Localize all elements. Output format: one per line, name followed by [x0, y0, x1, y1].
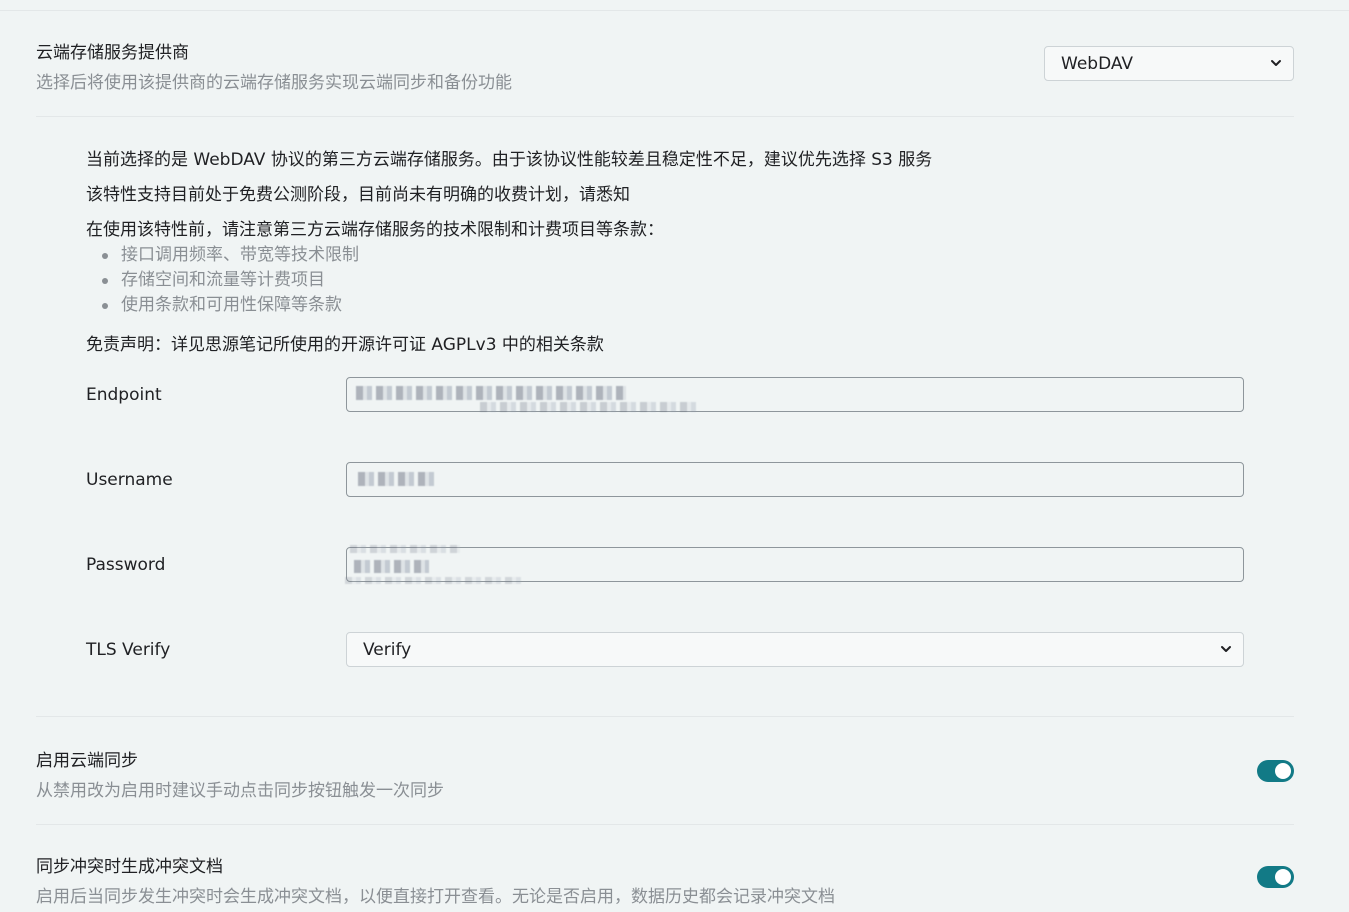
toggle-knob [1275, 869, 1291, 885]
cloud-sync-description: 从禁用改为启用时建议手动点击同步按钮触发一次同步 [36, 781, 444, 801]
conflict-doc-description: 启用后当同步发生冲突时会生成冲突文档，以便直接打开查看。无论是否启用，数据历史都… [36, 887, 835, 907]
password-label: Password [86, 555, 166, 575]
cloud-sync-toggle[interactable] [1257, 760, 1294, 782]
top-divider [0, 10, 1349, 11]
toggle-knob [1275, 763, 1291, 779]
tls-verify-label: TLS Verify [86, 640, 171, 660]
bullet-icon [102, 303, 108, 309]
provider-title: 云端存储服务提供商 [36, 43, 189, 63]
notice-terms: 在使用该特性前，请注意第三方云端存储服务的技术限制和计费项目等条款： [86, 220, 664, 240]
notice-webdav: 当前选择的是 WebDAV 协议的第三方云端存储服务。由于该协议性能较差且稳定性… [86, 150, 933, 170]
chevron-down-icon [1221, 645, 1231, 652]
list-item: 存储空间和流量等计费项目 [86, 268, 359, 293]
provider-select[interactable]: WebDAV [1044, 46, 1294, 81]
username-label: Username [86, 470, 173, 490]
divider [36, 824, 1294, 825]
bullet-icon [102, 253, 108, 259]
chevron-down-icon [1271, 59, 1281, 66]
tls-verify-select[interactable]: Verify [346, 632, 1244, 667]
provider-description: 选择后将使用该提供商的云端存储服务实现云端同步和备份功能 [36, 73, 512, 93]
disclaimer: 免责声明：详见思源笔记所使用的开源许可证 AGPLv3 中的相关条款 [86, 335, 604, 355]
endpoint-label: Endpoint [86, 385, 162, 405]
tls-verify-value: Verify [363, 639, 412, 660]
divider [36, 116, 1294, 117]
notice-beta: 该特性支持目前处于免费公测阶段，目前尚未有明确的收费计划，请悉知 [86, 185, 630, 205]
bullet-icon [102, 278, 108, 284]
endpoint-input[interactable] [346, 377, 1244, 412]
cloud-sync-title: 启用云端同步 [36, 751, 138, 771]
conflict-doc-title: 同步冲突时生成冲突文档 [36, 857, 223, 877]
username-input[interactable] [346, 462, 1244, 497]
password-input[interactable] [346, 547, 1244, 582]
provider-select-value: WebDAV [1061, 53, 1134, 74]
terms-list: 接口调用频率、带宽等技术限制 存储空间和流量等计费项目 使用条款和可用性保障等条… [86, 243, 359, 318]
list-item: 使用条款和可用性保障等条款 [86, 293, 359, 318]
divider [36, 716, 1294, 717]
conflict-doc-toggle[interactable] [1257, 866, 1294, 888]
settings-page: 云端存储服务提供商 选择后将使用该提供商的云端存储服务实现云端同步和备份功能 W… [0, 0, 1349, 912]
list-item: 接口调用频率、带宽等技术限制 [86, 243, 359, 268]
